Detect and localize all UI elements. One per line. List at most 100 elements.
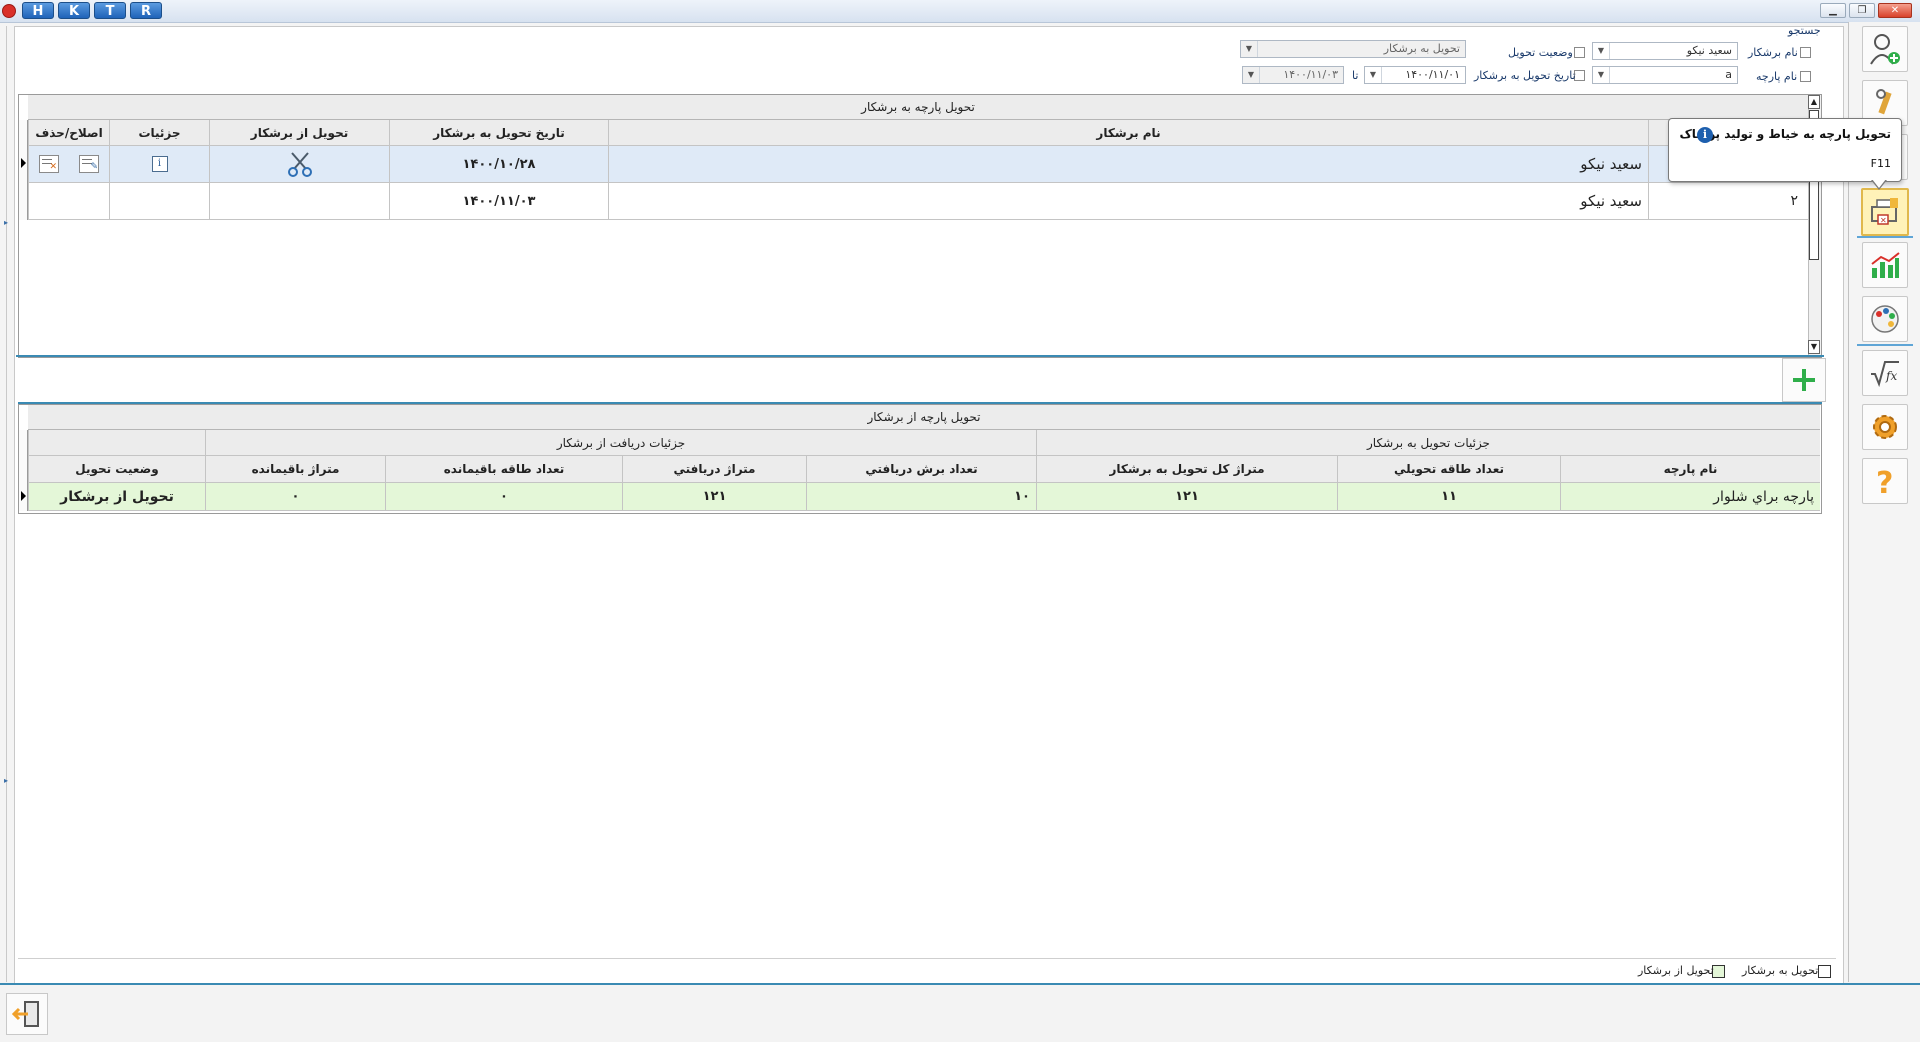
table-row-receive-empty bbox=[209, 183, 389, 220]
table-row-meters-total[interactable]: ۱۲۱ bbox=[1036, 483, 1337, 511]
col-header-meters-left[interactable]: متراژ باقيمانده bbox=[205, 456, 385, 483]
edit-delete-cell: ✕ ✎ bbox=[28, 146, 109, 183]
col-header-rolls[interactable]: تعداد طاقه تحويلي bbox=[1337, 456, 1560, 483]
left-splitter[interactable] bbox=[6, 26, 7, 982]
delivery-status-select[interactable]: ▼ تحويل به برشکار bbox=[1240, 40, 1466, 58]
top-grid-title: تحويل پارچه به برشکار bbox=[28, 95, 1808, 120]
title-bar: H K T R ▁ ❐ ✕ bbox=[0, 0, 1920, 23]
legend-strip bbox=[18, 958, 1836, 981]
shortcut-r-button[interactable]: R bbox=[130, 2, 162, 19]
app-close-dot-icon[interactable] bbox=[2, 4, 16, 18]
table-row-rolls[interactable]: ۱۱ bbox=[1337, 483, 1560, 511]
table-row-fabric[interactable]: پارچه براي شلوار bbox=[1560, 483, 1820, 511]
col-header-status[interactable]: وضعيت تحويل bbox=[28, 456, 205, 483]
bottom-bar bbox=[0, 983, 1920, 1042]
current-row-arrow-icon bbox=[21, 158, 26, 168]
table-row-actions-empty bbox=[28, 183, 109, 220]
top-grid-header-contractor[interactable]: نام برشکار bbox=[608, 120, 1648, 146]
table-row-delivery-date[interactable]: ۱۴۰۰/۱۰/۲۸ bbox=[389, 146, 608, 183]
fabric-name-checkbox[interactable] bbox=[1800, 71, 1811, 82]
delivery-printer-icon: ✕ bbox=[1871, 198, 1898, 225]
table-row-status[interactable]: تحويل از برشکار bbox=[28, 483, 205, 511]
contractor-name-select[interactable]: ▼ سعيد نيکو bbox=[1592, 42, 1738, 60]
reports-button[interactable] bbox=[1862, 242, 1908, 288]
col-header-cuts[interactable]: تعداد برش دريافتي bbox=[806, 456, 1036, 483]
toolbar-separator bbox=[1857, 344, 1913, 346]
shortcut-h-button[interactable]: H bbox=[22, 2, 54, 19]
fabric-name-label: نام پارچه bbox=[1756, 70, 1798, 83]
col-header-meters-total[interactable]: متراژ کل تحويل به برشکار bbox=[1036, 456, 1337, 483]
table-row-cuts[interactable]: ۱۰ bbox=[806, 483, 1036, 511]
theme-button[interactable] bbox=[1862, 296, 1908, 342]
toolbar-tooltip: تحويل پارچه به خياط و توليد پوشاک i F11 bbox=[1668, 118, 1902, 182]
delivery-status-checkbox[interactable] bbox=[1574, 47, 1585, 58]
exit-button[interactable] bbox=[6, 993, 48, 1035]
info-icon: i bbox=[1697, 127, 1713, 143]
delivery-status-label: وضعيت تحويل bbox=[1508, 46, 1573, 59]
table-row-details-empty bbox=[109, 183, 209, 220]
top-grid-row-indicator bbox=[19, 120, 28, 220]
table-row-delivery-date[interactable]: ۱۴۰۰/۱۱/۰۳ bbox=[389, 183, 608, 220]
top-grid-header-edit-delete[interactable]: اصلاح/حذف bbox=[28, 120, 109, 146]
tooltip-pointer-fill bbox=[1872, 179, 1886, 188]
plus-icon bbox=[1793, 369, 1815, 391]
gear-icon bbox=[1873, 415, 1897, 439]
table-row-meters-left[interactable]: ۰ bbox=[205, 483, 385, 511]
info-icon: i bbox=[151, 156, 168, 172]
add-button[interactable] bbox=[1782, 358, 1826, 402]
col-header-meters-received[interactable]: متراژ دريافتي bbox=[622, 456, 806, 483]
group-header-receive: جزئيات دريافت از برشکار bbox=[205, 430, 1036, 456]
details-button[interactable]: i bbox=[109, 146, 209, 183]
deliver-fabric-button[interactable]: ✕ bbox=[1861, 188, 1909, 236]
scroll-up-icon[interactable]: ▲ bbox=[1808, 95, 1820, 109]
fabric-name-select[interactable]: ▼ a bbox=[1592, 66, 1738, 84]
minimize-icon[interactable]: ▁ bbox=[1820, 3, 1846, 18]
table-row-rolls-left[interactable]: ۰ bbox=[385, 483, 622, 511]
group-header-empty bbox=[28, 430, 205, 456]
formula-icon: fx bbox=[1871, 361, 1899, 388]
wrench-icon bbox=[1876, 89, 1892, 115]
delete-icon[interactable]: ✕ bbox=[39, 155, 59, 173]
scroll-down-icon[interactable]: ▼ bbox=[1808, 340, 1820, 354]
shortcut-k-button[interactable]: K bbox=[58, 2, 90, 19]
table-row-meters-received[interactable]: ۱۲۱ bbox=[622, 483, 806, 511]
contractor-name-label: نام برشکار bbox=[1748, 46, 1798, 59]
grid-splitter[interactable] bbox=[16, 355, 1824, 357]
add-user-button[interactable] bbox=[1862, 26, 1908, 72]
settings-button[interactable] bbox=[1862, 404, 1908, 450]
close-icon[interactable]: ✕ bbox=[1878, 3, 1912, 18]
formula-button[interactable]: fx bbox=[1862, 350, 1908, 396]
date-to-picker[interactable]: ▼ ۱۴۰۰/۱۱/۰۳ bbox=[1242, 66, 1344, 84]
exit-door-icon bbox=[12, 1001, 39, 1027]
col-header-rolls-left[interactable]: تعداد طاقه باقيمانده bbox=[385, 456, 622, 483]
chevron-down-icon: ▼ bbox=[1593, 67, 1610, 83]
date-from-picker[interactable]: ▼ ۱۴۰۰/۱۱/۰۱ bbox=[1364, 66, 1466, 84]
date-to-label: تا bbox=[1352, 69, 1359, 82]
table-row-contractor[interactable]: سعيد نيکو bbox=[608, 146, 1648, 183]
legend-to-contractor-swatch bbox=[1818, 965, 1831, 978]
help-button[interactable]: ? bbox=[1862, 458, 1908, 504]
tooltip-shortcut: F11 bbox=[1870, 157, 1891, 170]
current-row-arrow-icon bbox=[21, 491, 26, 501]
legend-from-contractor-label: تحويل از برشکار bbox=[1638, 964, 1714, 977]
contractor-name-checkbox[interactable] bbox=[1800, 47, 1811, 58]
top-grid-header-receive[interactable]: تحويل از برشکار bbox=[209, 120, 389, 146]
chevron-down-icon: ▼ bbox=[1365, 67, 1382, 83]
group-header-delivery: جزئيات تحويل به برشکار bbox=[1036, 430, 1820, 456]
table-row-number[interactable]: ۲ bbox=[1648, 183, 1808, 220]
col-header-fabric[interactable]: نام پارچه bbox=[1560, 456, 1820, 483]
left-splitter-arrow-icon[interactable]: ▸ bbox=[4, 776, 8, 785]
svg-text:fx: fx bbox=[1885, 369, 1897, 383]
bottom-grid-title: تحويل پارچه از برشکار bbox=[28, 405, 1820, 430]
chevron-down-icon: ▼ bbox=[1593, 43, 1610, 59]
table-row-contractor[interactable]: سعيد نيکو bbox=[608, 183, 1648, 220]
edit-icon[interactable]: ✎ bbox=[79, 155, 99, 173]
restore-icon[interactable]: ❐ bbox=[1849, 3, 1875, 18]
top-grid-header-delivery-date[interactable]: تاريخ تحويل به برشکار bbox=[389, 120, 608, 146]
left-splitter-arrow-icon[interactable]: ▸ bbox=[4, 218, 8, 227]
delivery-date-label: تاريخ تحويل به برشکار bbox=[1474, 69, 1576, 82]
receive-from-contractor-button[interactable] bbox=[209, 146, 389, 183]
chevron-down-icon: ▼ bbox=[1241, 41, 1258, 57]
shortcut-t-button[interactable]: T bbox=[94, 2, 126, 19]
top-grid-header-details[interactable]: جزئيات bbox=[109, 120, 209, 146]
